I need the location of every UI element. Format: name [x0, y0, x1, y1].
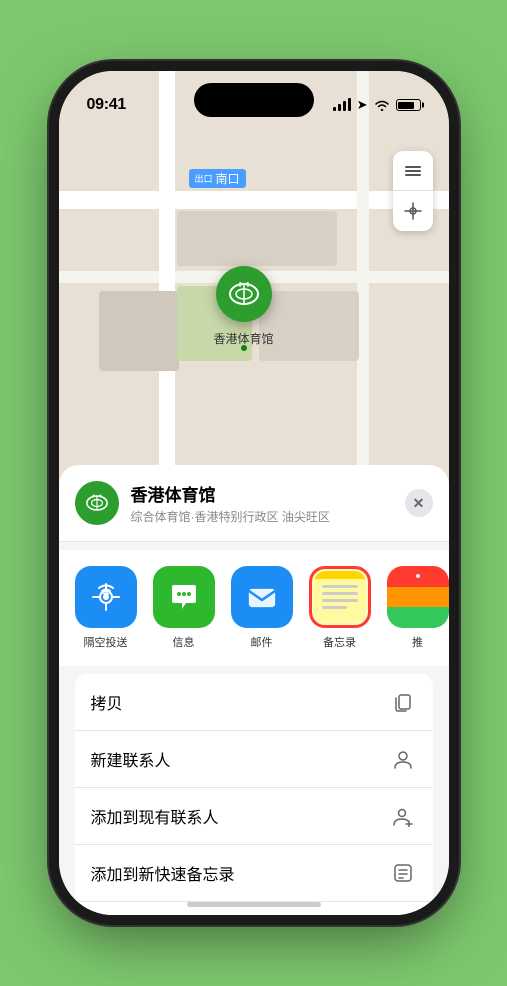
status-time: 09:41: [87, 96, 126, 114]
location-icon: ➤: [357, 97, 368, 113]
map-controls: [393, 151, 433, 231]
action-copy-label: 拷贝: [91, 690, 123, 714]
map-area[interactable]: 出口 南口: [59, 71, 449, 501]
share-item-notes[interactable]: 备忘录: [309, 566, 371, 650]
action-add-existing-label: 添加到现有联系人: [91, 804, 219, 828]
venue-info: 香港体育馆 综合体育馆·香港特别行政区 油尖旺区: [131, 481, 393, 525]
status-icons: ➤: [333, 97, 421, 113]
action-add-quick-note[interactable]: 添加到新快速备忘录: [75, 845, 433, 902]
action-list: 拷贝 新建联系人: [75, 674, 433, 915]
map-location-button[interactable]: [393, 191, 433, 231]
venue-name: 香港体育馆: [131, 481, 393, 506]
signal-icon: [333, 99, 351, 111]
share-row: 隔空投送 信息: [59, 550, 449, 666]
sheet-header: 香港体育馆 综合体育馆·香港特别行政区 油尖旺区 ✕: [59, 465, 449, 542]
share-label-message: 信息: [173, 634, 195, 650]
bottom-sheet: 香港体育馆 综合体育馆·香港特别行政区 油尖旺区 ✕: [59, 465, 449, 915]
map-layers-button[interactable]: [393, 151, 433, 191]
share-item-more[interactable]: 推: [387, 566, 449, 650]
person-add-icon: [389, 802, 417, 830]
venue-icon: [75, 481, 119, 525]
share-item-message[interactable]: 信息: [153, 566, 215, 650]
share-label-notes: 备忘录: [323, 634, 356, 650]
phone-frame: 09:41 ➤: [59, 71, 449, 915]
note-icon: [389, 859, 417, 887]
close-icon: ✕: [413, 495, 425, 512]
map-label-nankou: 出口 南口: [189, 169, 246, 188]
stadium-pin: 香港体育馆: [214, 266, 274, 347]
venue-subtitle: 综合体育馆·香港特别行政区 油尖旺区: [131, 508, 393, 525]
battery-icon: [396, 99, 421, 111]
copy-icon: [389, 688, 417, 716]
wifi-icon: [374, 99, 390, 111]
home-indicator: [187, 902, 321, 907]
action-copy[interactable]: 拷贝: [75, 674, 433, 731]
action-new-contact[interactable]: 新建联系人: [75, 731, 433, 788]
person-icon: [389, 745, 417, 773]
share-label-more: 推: [412, 634, 423, 650]
share-item-mail[interactable]: 邮件: [231, 566, 293, 650]
share-label-airdrop: 隔空投送: [84, 634, 128, 650]
action-new-contact-label: 新建联系人: [91, 747, 171, 771]
action-quick-note-label: 添加到新快速备忘录: [91, 861, 235, 885]
action-add-existing-contact[interactable]: 添加到现有联系人: [75, 788, 433, 845]
dynamic-island: [194, 83, 314, 117]
close-button[interactable]: ✕: [405, 489, 433, 517]
share-item-airdrop[interactable]: 隔空投送: [75, 566, 137, 650]
share-label-mail: 邮件: [251, 634, 273, 650]
